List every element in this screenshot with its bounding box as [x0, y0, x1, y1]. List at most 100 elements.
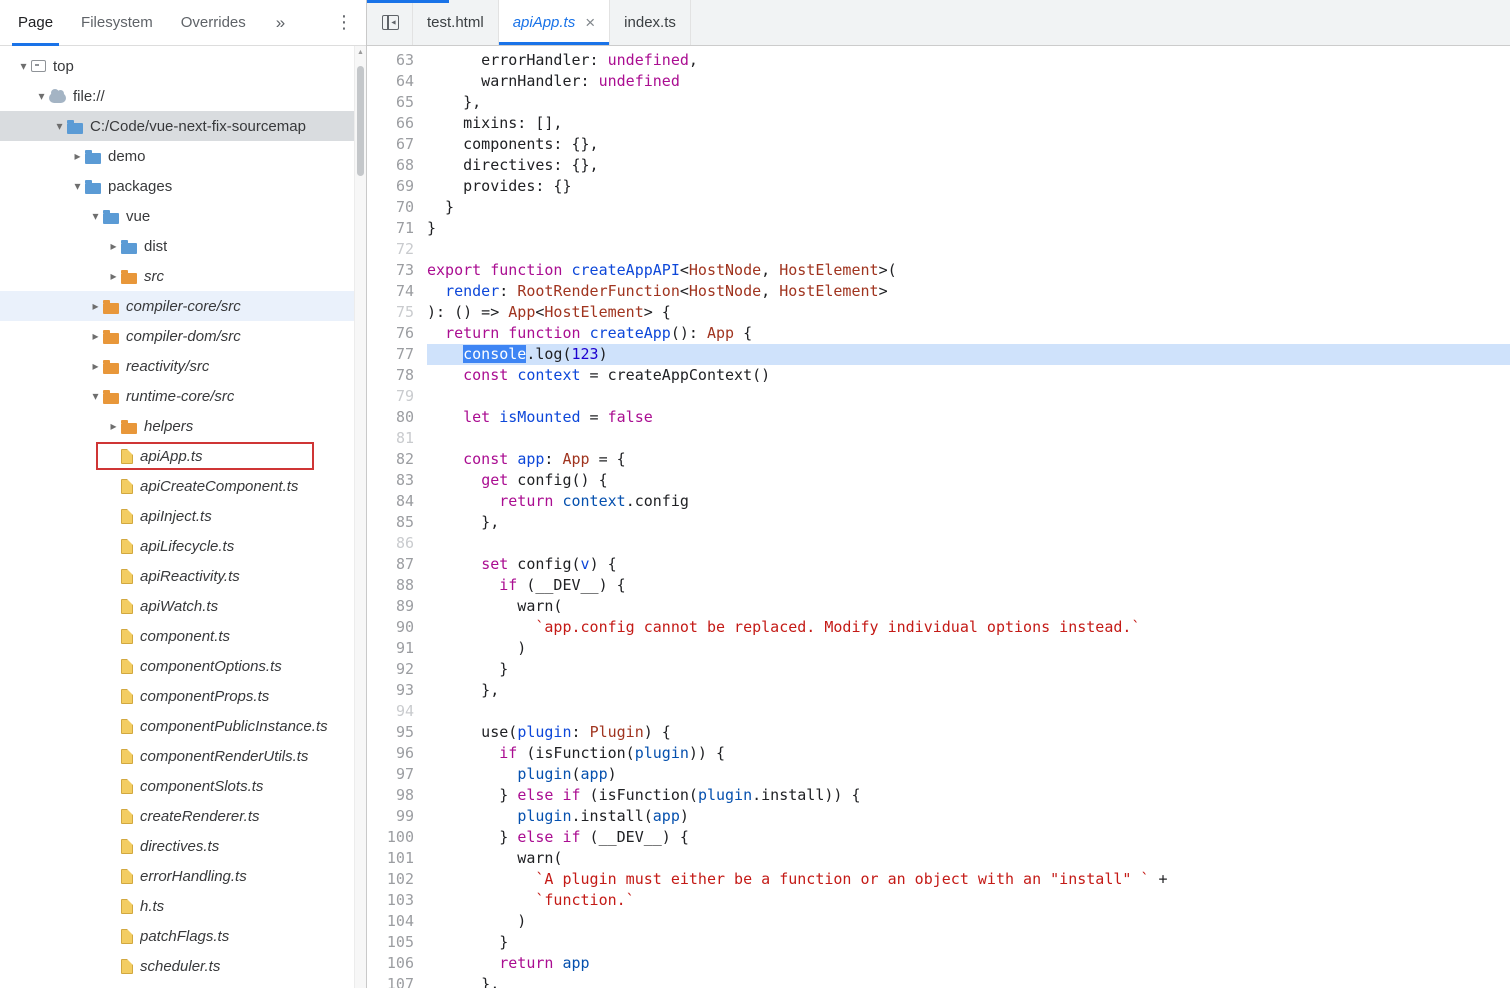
toggle-navigator-button[interactable]: [367, 0, 413, 45]
tree-item-componentrenderutils-ts[interactable]: componentRenderUtils.ts: [0, 741, 366, 771]
code-text[interactable]: ): () => App<HostElement> {: [427, 302, 1510, 323]
code-text[interactable]: render: RootRenderFunction<HostNode, Hos…: [427, 281, 1510, 302]
line-number[interactable]: 67: [367, 134, 427, 155]
line-number[interactable]: 69: [367, 176, 427, 197]
line-number[interactable]: 96: [367, 743, 427, 764]
code-text[interactable]: },: [427, 974, 1510, 988]
tree-item-createrenderer-ts[interactable]: createRenderer.ts: [0, 801, 366, 831]
code-text[interactable]: components: {},: [427, 134, 1510, 155]
tree-item-compiler-core-src[interactable]: ▸ compiler-core/src: [0, 291, 366, 321]
tree-item-file[interactable]: ▾ file://: [0, 81, 366, 111]
code-text[interactable]: set config(v) {: [427, 554, 1510, 575]
tree-item-apiapp-ts[interactable]: apiApp.ts: [0, 441, 366, 471]
line-number[interactable]: 90: [367, 617, 427, 638]
tree-item-apireactivity-ts[interactable]: apiReactivity.ts: [0, 561, 366, 591]
expander-open-icon[interactable]: ▾: [34, 89, 49, 103]
tree-item-src[interactable]: ▸ src: [0, 261, 366, 291]
code-text[interactable]: `A plugin must either be a function or a…: [427, 869, 1510, 890]
tree-item-top[interactable]: ▾ top: [0, 51, 366, 81]
code-text[interactable]: [427, 533, 1510, 554]
code-text[interactable]: `app.config cannot be replaced. Modify i…: [427, 617, 1510, 638]
tree-item-apicreatecomponent-ts[interactable]: apiCreateComponent.ts: [0, 471, 366, 501]
expander-open-icon[interactable]: ▾: [16, 59, 31, 73]
expander-open-icon[interactable]: ▾: [70, 179, 85, 193]
code-text[interactable]: if (isFunction(plugin)) {: [427, 743, 1510, 764]
expander-open-icon[interactable]: ▾: [88, 389, 103, 403]
line-number[interactable]: 105: [367, 932, 427, 953]
navigator-tab-filesystem[interactable]: Filesystem: [67, 0, 167, 45]
expander-closed-icon[interactable]: ▸: [88, 329, 103, 343]
tree-item-demo[interactable]: ▸ demo: [0, 141, 366, 171]
code-text[interactable]: get config() {: [427, 470, 1510, 491]
close-tab-icon[interactable]: ×: [585, 14, 595, 31]
code-text[interactable]: }: [427, 197, 1510, 218]
code-editor[interactable]: 63 errorHandler: undefined, 64 warnHandle…: [367, 46, 1510, 988]
tree-item-apiinject-ts[interactable]: apiInject.ts: [0, 501, 366, 531]
scrollbar-thumb[interactable]: [357, 66, 364, 176]
tree-item-helpers[interactable]: ▸ helpers: [0, 411, 366, 441]
line-number[interactable]: 88: [367, 575, 427, 596]
tree-item-vue[interactable]: ▾ vue: [0, 201, 366, 231]
tree-item-componentpublicinstance-ts[interactable]: componentPublicInstance.ts: [0, 711, 366, 741]
code-text[interactable]: [427, 428, 1510, 449]
code-text[interactable]: plugin.install(app): [427, 806, 1510, 827]
line-number[interactable]: 68: [367, 155, 427, 176]
expander-closed-icon[interactable]: ▸: [106, 239, 121, 253]
tree-item-apiwatch-ts[interactable]: apiWatch.ts: [0, 591, 366, 621]
line-number[interactable]: 93: [367, 680, 427, 701]
editor-tab-test-html[interactable]: test.html: [412, 0, 499, 45]
tree-item-componentprops-ts[interactable]: componentProps.ts: [0, 681, 366, 711]
more-tabs-icon[interactable]: »: [266, 0, 295, 45]
line-number[interactable]: 76: [367, 323, 427, 344]
navigator-tab-overrides[interactable]: Overrides: [167, 0, 260, 45]
line-number[interactable]: 72: [367, 239, 427, 260]
tree-item-dist[interactable]: ▸ dist: [0, 231, 366, 261]
line-number[interactable]: 107: [367, 974, 427, 988]
code-text[interactable]: use(plugin: Plugin) {: [427, 722, 1510, 743]
code-text[interactable]: mixins: [],: [427, 113, 1510, 134]
line-number[interactable]: 103: [367, 890, 427, 911]
code-text[interactable]: }: [427, 659, 1510, 680]
line-number[interactable]: 106: [367, 953, 427, 974]
code-text[interactable]: console.log(123): [427, 344, 1510, 365]
editor-tab-apiapp-ts[interactable]: apiApp.ts ×: [497, 0, 611, 45]
code-text[interactable]: export function createAppAPI<HostNode, H…: [427, 260, 1510, 281]
code-text[interactable]: const context = createAppContext(): [427, 365, 1510, 386]
line-number[interactable]: 101: [367, 848, 427, 869]
code-text[interactable]: } else if (isFunction(plugin.install)) {: [427, 785, 1510, 806]
scrollbar-up-arrow[interactable]: ▲: [355, 49, 366, 56]
code-text[interactable]: if (__DEV__) {: [427, 575, 1510, 596]
overflow-menu-icon[interactable]: ⋮: [326, 0, 362, 45]
code-text[interactable]: }: [427, 932, 1510, 953]
code-text[interactable]: return context.config: [427, 491, 1510, 512]
line-number[interactable]: 80: [367, 407, 427, 428]
line-number[interactable]: 100: [367, 827, 427, 848]
line-number[interactable]: 84: [367, 491, 427, 512]
editor-tab-index-ts[interactable]: index.ts: [609, 0, 691, 45]
tree-item-directives-ts[interactable]: directives.ts: [0, 831, 366, 861]
line-number[interactable]: 86: [367, 533, 427, 554]
line-number[interactable]: 78: [367, 365, 427, 386]
line-number[interactable]: 66: [367, 113, 427, 134]
code-text[interactable]: let isMounted = false: [427, 407, 1510, 428]
code-text[interactable]: ): [427, 911, 1510, 932]
line-number[interactable]: 95: [367, 722, 427, 743]
code-text[interactable]: } else if (__DEV__) {: [427, 827, 1510, 848]
line-number[interactable]: 63: [367, 50, 427, 71]
code-text[interactable]: return app: [427, 953, 1510, 974]
code-text[interactable]: [427, 386, 1510, 407]
code-text[interactable]: const app: App = {: [427, 449, 1510, 470]
tree-item-c-code-vue-next-fix-sourcemap[interactable]: ▾ C:/Code/vue-next-fix-sourcemap: [0, 111, 366, 141]
code-text[interactable]: plugin(app): [427, 764, 1510, 785]
line-number[interactable]: 104: [367, 911, 427, 932]
tree-item-item[interactable]: [0, 981, 366, 988]
code-text[interactable]: },: [427, 680, 1510, 701]
code-text[interactable]: [427, 239, 1510, 260]
code-text[interactable]: },: [427, 92, 1510, 113]
code-text[interactable]: warn(: [427, 596, 1510, 617]
line-number[interactable]: 91: [367, 638, 427, 659]
line-number[interactable]: 89: [367, 596, 427, 617]
line-number[interactable]: 82: [367, 449, 427, 470]
line-number[interactable]: 87: [367, 554, 427, 575]
expander-open-icon[interactable]: ▾: [52, 119, 67, 133]
